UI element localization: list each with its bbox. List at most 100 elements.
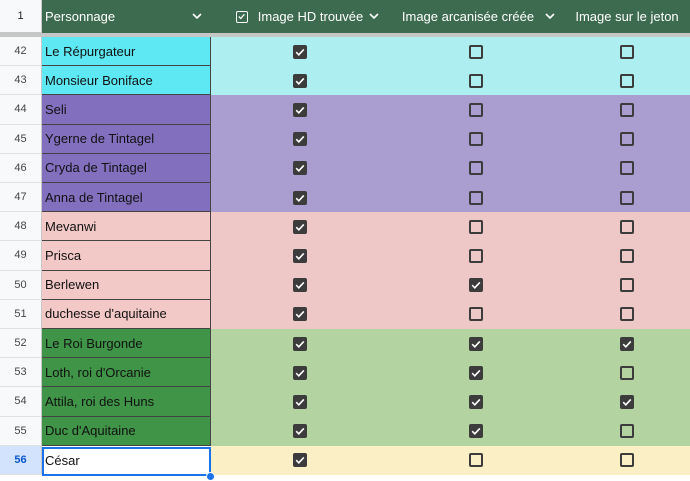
cell-image-hd[interactable] [211,124,388,154]
cell-image-arcanisee[interactable] [388,358,564,388]
row-number[interactable]: 47 [0,183,42,213]
checkbox[interactable] [292,278,307,293]
cell-image-jeton[interactable] [564,95,690,125]
row-number[interactable]: 43 [0,66,42,96]
cell-image-hd[interactable] [211,37,388,67]
cell-image-arcanisee[interactable] [388,153,564,183]
checkbox[interactable] [620,365,634,380]
checkbox[interactable] [292,190,307,205]
checkbox[interactable] [292,365,307,380]
chevron-down-icon[interactable] [544,10,556,22]
row-number-header[interactable]: 1 [0,0,42,33]
cell-personnage[interactable]: Le Roi Burgonde [42,329,211,359]
checkbox[interactable] [620,248,634,263]
row-number[interactable]: 53 [0,358,42,388]
checkbox[interactable] [469,248,483,263]
cell-image-hd[interactable] [211,241,388,271]
cell-personnage[interactable]: Duc d'Aquitaine [42,416,211,446]
checkbox[interactable] [469,278,483,293]
row-number[interactable]: 52 [0,329,42,359]
cell-image-arcanisee[interactable] [388,95,564,125]
cell-personnage[interactable]: Prisca [42,241,211,271]
checkbox[interactable] [620,190,634,205]
cell-personnage[interactable]: Seli [42,95,211,125]
cell-image-jeton[interactable] [564,124,690,154]
checkbox[interactable] [620,394,634,409]
checkbox[interactable] [469,190,483,205]
cell-image-arcanisee[interactable] [388,183,564,213]
cell-image-jeton[interactable] [564,37,690,67]
row-number[interactable]: 42 [0,37,42,67]
checkbox[interactable] [292,453,307,468]
checkbox[interactable] [620,307,634,322]
cell-personnage[interactable]: Anna de Tintagel [42,183,211,213]
checkbox[interactable] [620,73,634,88]
row-number[interactable]: 44 [0,95,42,125]
row-number[interactable]: 48 [0,212,42,242]
checkbox[interactable] [469,424,483,439]
checkbox[interactable] [292,73,307,88]
checkbox[interactable] [469,219,483,234]
column-header-personnage[interactable]: Personnage [42,0,211,33]
cell-image-arcanisee[interactable] [388,66,564,96]
chevron-down-icon[interactable] [368,10,380,22]
cell-image-arcanisee[interactable] [388,329,564,359]
cell-image-hd[interactable] [211,270,388,300]
checkbox[interactable] [620,424,634,439]
row-number[interactable]: 55 [0,416,42,446]
cell-personnage[interactable]: César [42,445,211,475]
checkbox[interactable] [620,278,634,293]
cell-personnage[interactable]: Ygerne de Tintagel [42,124,211,154]
cell-image-hd[interactable] [211,387,388,417]
checkbox[interactable] [292,219,307,234]
checkbox[interactable] [469,336,483,351]
cell-personnage[interactable]: Attila, roi des Huns [42,387,211,417]
checkbox[interactable] [469,44,483,59]
cell-image-arcanisee[interactable] [388,37,564,67]
checkbox[interactable] [469,453,483,468]
cell-image-jeton[interactable] [564,329,690,359]
cell-personnage[interactable]: Cryda de Tintagel [42,153,211,183]
cell-image-arcanisee[interactable] [388,416,564,446]
row-number[interactable]: 54 [0,387,42,417]
cell-image-arcanisee[interactable] [388,387,564,417]
checkbox[interactable] [620,102,634,117]
checkbox[interactable] [469,132,483,147]
row-number[interactable]: 46 [0,153,42,183]
cell-image-jeton[interactable] [564,445,690,475]
cell-image-jeton[interactable] [564,358,690,388]
checkbox[interactable] [469,307,483,322]
cell-image-hd[interactable] [211,95,388,125]
cell-image-hd[interactable] [211,153,388,183]
cell-image-arcanisee[interactable] [388,445,564,475]
checkbox[interactable] [620,161,634,176]
cell-image-arcanisee[interactable] [388,124,564,154]
checkbox[interactable] [292,44,307,59]
cell-image-jeton[interactable] [564,299,690,329]
column-header-image-jeton[interactable]: Image sur le jeton [564,0,690,33]
cell-image-jeton[interactable] [564,153,690,183]
cell-image-jeton[interactable] [564,66,690,96]
cell-image-arcanisee[interactable] [388,270,564,300]
cell-personnage[interactable]: Loth, roi d'Orcanie [42,358,211,388]
row-number[interactable]: 50 [0,270,42,300]
cell-image-hd[interactable] [211,299,388,329]
checkbox[interactable] [292,307,307,322]
checkbox[interactable] [292,102,307,117]
checkbox[interactable] [292,336,307,351]
checkbox[interactable] [469,394,483,409]
column-header-image-hd[interactable]: Image HD trouvée [211,0,388,33]
cell-image-jeton[interactable] [564,270,690,300]
checkbox[interactable] [620,44,634,59]
cell-image-jeton[interactable] [564,183,690,213]
cell-image-hd[interactable] [211,358,388,388]
checkbox[interactable] [620,336,634,351]
checkbox[interactable] [292,394,307,409]
fill-handle[interactable] [206,472,215,481]
cell-image-arcanisee[interactable] [388,299,564,329]
cell-image-hd[interactable] [211,183,388,213]
checkbox[interactable] [292,161,307,176]
checkbox[interactable] [469,102,483,117]
checkbox[interactable] [292,132,307,147]
column-header-image-arcanisee[interactable]: Image arcanisée créée [388,0,564,33]
